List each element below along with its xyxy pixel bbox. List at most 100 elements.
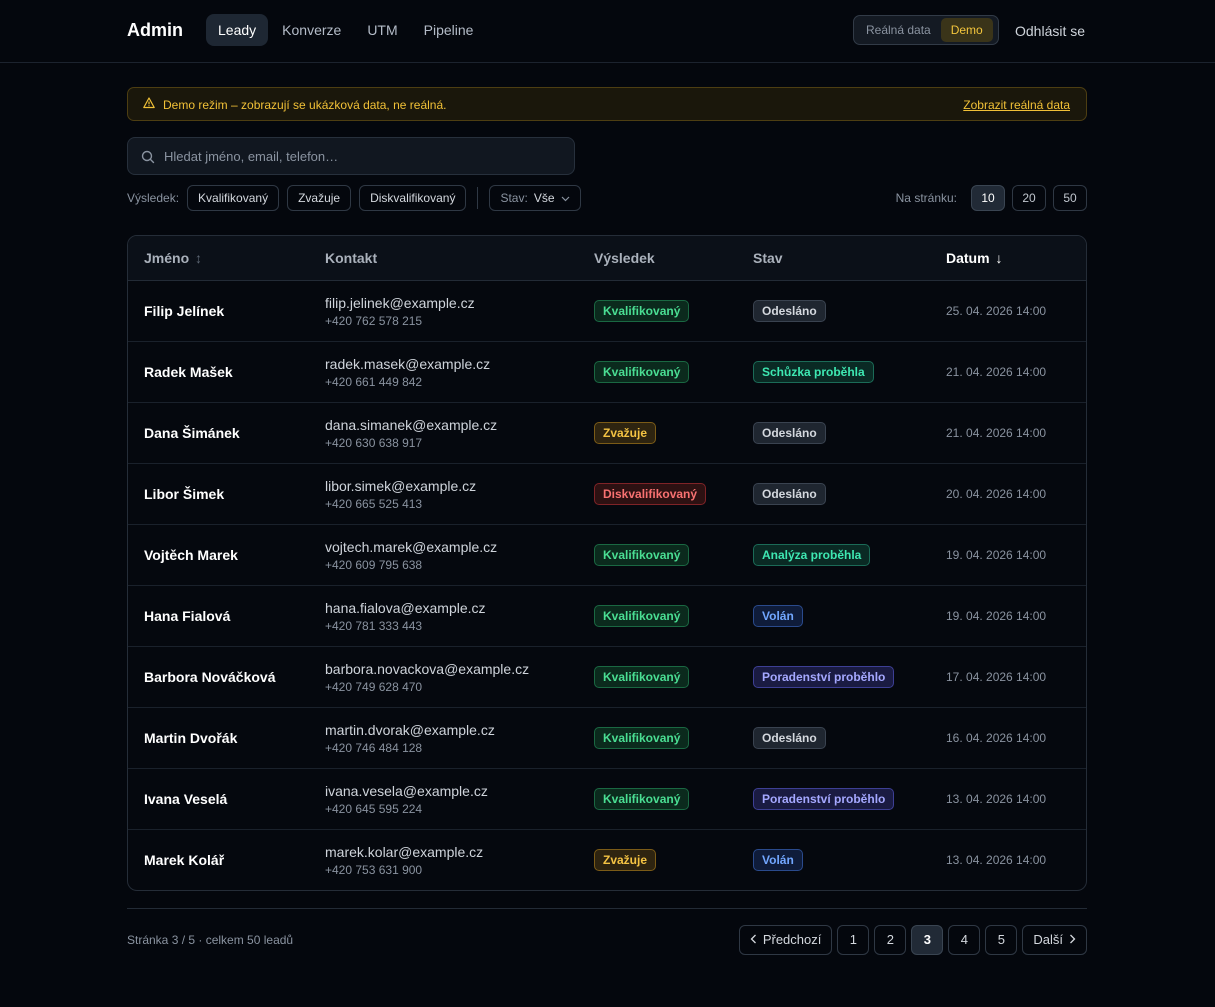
lead-email: radek.masek@example.cz — [325, 356, 491, 372]
filter-chip-kvalifikovany[interactable]: Kvalifikovaný — [187, 185, 280, 211]
result-filter-label: Výsledek: — [127, 191, 180, 205]
lead-email: dana.simanek@example.cz — [325, 417, 498, 433]
lead-name: Ivana Veselá — [144, 791, 228, 807]
pagination-info: Stránka 3 / 5 · celkem 50 leadů — [127, 933, 294, 947]
show-real-data-link[interactable]: Zobrazit reálná data — [963, 98, 1070, 112]
lead-email: filip.jelinek@example.cz — [325, 295, 475, 311]
table-row[interactable]: Martin Dvořák martin.dvorak@example.cz +42… — [128, 708, 1086, 769]
lead-date: 21. 04. 2026 14:00 — [946, 426, 1047, 440]
table-row[interactable]: Barbora Nováčková barbora.novackova@examp… — [128, 647, 1086, 708]
lead-phone: +420 746 484 128 — [325, 741, 423, 755]
state-filter-label: Stav: — [500, 191, 528, 205]
lead-phone: +420 630 638 917 — [325, 436, 423, 450]
nav-tab-leady[interactable]: Leady — [206, 14, 269, 46]
leads-table: Jméno ↕ Kontakt Výsledek Stav Datum ↓ Fi… — [127, 235, 1087, 891]
result-badge: Diskvalifikovaný — [594, 483, 707, 505]
lead-date: 25. 04. 2026 14:00 — [946, 304, 1047, 318]
chevron-left-icon — [750, 926, 757, 954]
state-badge: Volán — [753, 849, 803, 871]
column-header-name[interactable]: Jméno ↕ — [144, 250, 202, 266]
table-row[interactable]: Marek Kolář marek.kolar@example.cz +420 75… — [128, 830, 1086, 890]
lead-phone: +420 645 595 224 — [325, 802, 423, 816]
lead-phone: +420 609 795 638 — [325, 558, 423, 572]
lead-phone: +420 762 578 215 — [325, 314, 423, 328]
table-row[interactable]: Radek Mašek radek.masek@example.cz +420 66… — [128, 342, 1086, 403]
data-mode-toggle: Reálná data Demo — [853, 15, 999, 45]
lead-email: marek.kolar@example.cz — [325, 844, 484, 860]
table-header: Jméno ↕ Kontakt Výsledek Stav Datum ↓ — [128, 236, 1086, 281]
lead-name: Vojtěch Marek — [144, 547, 238, 563]
filter-chip-diskvalifikovany[interactable]: Diskvalifikovaný — [359, 185, 467, 211]
table-row[interactable]: Vojtěch Marek vojtech.marek@example.cz +42… — [128, 525, 1086, 586]
lead-phone: +420 749 628 470 — [325, 680, 423, 694]
mode-real-data-option[interactable]: Reálná data — [856, 18, 941, 42]
lead-email: vojtech.marek@example.cz — [325, 539, 498, 555]
chevron-right-icon — [1069, 926, 1076, 954]
table-row[interactable]: Filip Jelínek filip.jelinek@example.cz +42… — [128, 281, 1086, 342]
result-badge: Zvažuje — [594, 422, 657, 444]
table-row[interactable]: Dana Šimánek dana.simanek@example.cz +420 … — [128, 403, 1086, 464]
top-bar: Admin Leady Konverze UTM Pipeline Reálná… — [0, 0, 1215, 63]
nav-tab-utm[interactable]: UTM — [355, 14, 409, 46]
filter-chip-zvazuje[interactable]: Zvažuje — [287, 185, 352, 211]
lead-phone: +420 665 525 413 — [325, 497, 423, 511]
page-1-button[interactable]: 1 — [837, 925, 870, 955]
column-header-contact: Kontakt — [325, 250, 378, 266]
state-badge: Odesláno — [753, 727, 826, 749]
table-row[interactable]: Hana Fialová hana.fialova@example.cz +420 … — [128, 586, 1086, 647]
table-body: Filip Jelínek filip.jelinek@example.cz +42… — [128, 281, 1086, 890]
lead-email: barbora.novackova@example.cz — [325, 661, 530, 677]
lead-date: 19. 04. 2026 14:00 — [946, 609, 1047, 623]
lead-name: Marek Kolář — [144, 852, 225, 868]
lead-email: ivana.vesela@example.cz — [325, 783, 488, 799]
sort-neutral-icon: ↕ — [191, 250, 203, 266]
result-badge: Kvalifikovaný — [594, 605, 690, 627]
search-input[interactable] — [164, 138, 564, 174]
table-row[interactable]: Libor Šimek libor.simek@example.cz +420 66… — [128, 464, 1086, 525]
footer-divider — [127, 908, 1087, 909]
next-page-button[interactable]: Další — [1022, 925, 1087, 955]
result-badge: Kvalifikovaný — [594, 788, 690, 810]
nav-tab-pipeline[interactable]: Pipeline — [412, 14, 486, 46]
lead-date: 21. 04. 2026 14:00 — [946, 365, 1047, 379]
nav-tab-konverze[interactable]: Konverze — [270, 14, 353, 46]
prev-page-label: Předchozí — [762, 932, 822, 947]
lead-name: Martin Dvořák — [144, 730, 238, 746]
lead-date: 17. 04. 2026 14:00 — [946, 670, 1047, 684]
pagination: Předchozí 1 2 3 4 5 Další — [738, 925, 1087, 955]
state-badge: Poradenství proběhlo — [753, 788, 895, 810]
page-4-button[interactable]: 4 — [948, 925, 981, 955]
state-filter-select[interactable]: Stav: Vše — [489, 185, 581, 211]
lead-phone: +420 753 631 900 — [325, 863, 423, 877]
brand-title: Admin — [127, 20, 183, 40]
per-page-selector: Na stránku: 10 20 50 — [896, 185, 1087, 211]
page-2-button[interactable]: 2 — [874, 925, 907, 955]
lead-date: 13. 04. 2026 14:00 — [946, 792, 1047, 806]
mode-demo-option[interactable]: Demo — [940, 18, 993, 42]
filter-divider — [477, 187, 479, 209]
column-header-date[interactable]: Datum ↓ — [946, 250, 1002, 266]
logout-button[interactable]: Odhlásit se — [1015, 23, 1085, 39]
page-5-button[interactable]: 5 — [985, 925, 1018, 955]
table-row[interactable]: Ivana Veselá ivana.vesela@example.cz +420 … — [128, 769, 1086, 830]
prev-page-button[interactable]: Předchozí — [738, 925, 833, 955]
lead-phone: +420 781 333 443 — [325, 619, 423, 633]
next-page-label: Další — [1033, 932, 1063, 947]
chevron-down-icon — [561, 186, 570, 210]
state-badge: Schůzka proběhla — [753, 361, 874, 383]
per-page-10-button[interactable]: 10 — [971, 185, 1005, 211]
lead-date: 13. 04. 2026 14:00 — [946, 853, 1047, 867]
warning-icon — [143, 97, 155, 112]
lead-date: 16. 04. 2026 14:00 — [946, 731, 1047, 745]
result-badge: Kvalifikovaný — [594, 727, 690, 749]
result-badge: Zvažuje — [594, 849, 657, 871]
lead-name: Dana Šimánek — [144, 425, 240, 441]
page-3-button[interactable]: 3 — [911, 925, 944, 955]
lead-email: martin.dvorak@example.cz — [325, 722, 495, 738]
lead-phone: +420 661 449 842 — [325, 375, 423, 389]
column-name-label: Jméno — [144, 250, 190, 266]
per-page-20-button[interactable]: 20 — [1012, 185, 1046, 211]
lead-name: Hana Fialová — [144, 608, 231, 624]
result-badge: Kvalifikovaný — [594, 666, 690, 688]
per-page-50-button[interactable]: 50 — [1053, 185, 1087, 211]
